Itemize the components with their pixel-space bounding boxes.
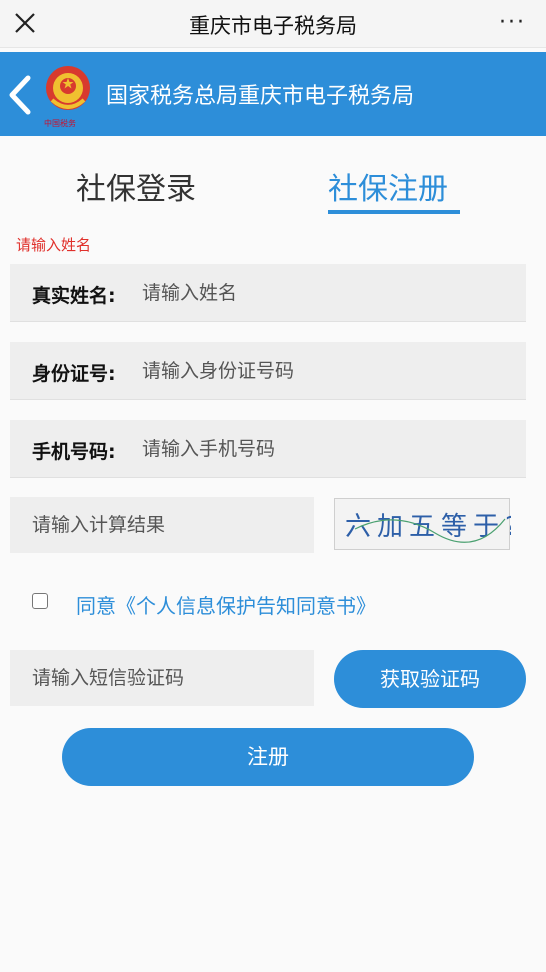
captcha-image[interactable]: 六加五等于?	[334, 498, 519, 550]
phone-label: 手机号码:	[32, 441, 116, 463]
agreement-checkbox[interactable]	[32, 593, 48, 609]
calc-result-field	[10, 497, 314, 553]
name-field: 真实姓名:	[10, 264, 526, 322]
national-emblem-icon	[40, 60, 96, 116]
tab-social-security-login[interactable]: 社保登录	[76, 164, 196, 208]
site-header: 中国税务 国家税务总局重庆市电子税务局	[0, 52, 546, 136]
org-name: 国家税务总局重庆市电子税务局	[106, 84, 415, 109]
id-number-label: 身份证号:	[32, 363, 116, 385]
emblem-caption: 中国税务	[44, 119, 76, 128]
id-number-input[interactable]	[142, 342, 512, 400]
name-input[interactable]	[142, 264, 512, 322]
tab-social-security-register[interactable]: 社保注册	[328, 164, 448, 208]
validation-error: 请输入姓名	[16, 236, 92, 254]
id-number-field: 身份证号:	[10, 342, 526, 400]
chevron-left-icon[interactable]	[6, 74, 34, 116]
sms-code-field	[10, 650, 314, 706]
window-titlebar: 重庆市电子税务局 ···	[0, 0, 546, 48]
register-button[interactable]: 注册	[62, 728, 474, 786]
name-label: 真实姓名:	[32, 285, 116, 307]
get-verification-code-button[interactable]: 获取验证码	[334, 650, 526, 708]
more-menu-icon[interactable]: ···	[499, 10, 526, 35]
sms-code-input[interactable]	[32, 650, 302, 706]
active-tab-indicator	[328, 210, 460, 214]
calc-result-input[interactable]	[32, 497, 302, 553]
phone-input[interactable]	[142, 420, 512, 478]
captcha-text: 六加五等于?	[345, 512, 511, 542]
phone-field: 手机号码:	[10, 420, 526, 478]
agreement-link[interactable]: 同意《个人信息保护告知同意书》	[76, 590, 376, 619]
window-title: 重庆市电子税务局	[189, 14, 357, 38]
